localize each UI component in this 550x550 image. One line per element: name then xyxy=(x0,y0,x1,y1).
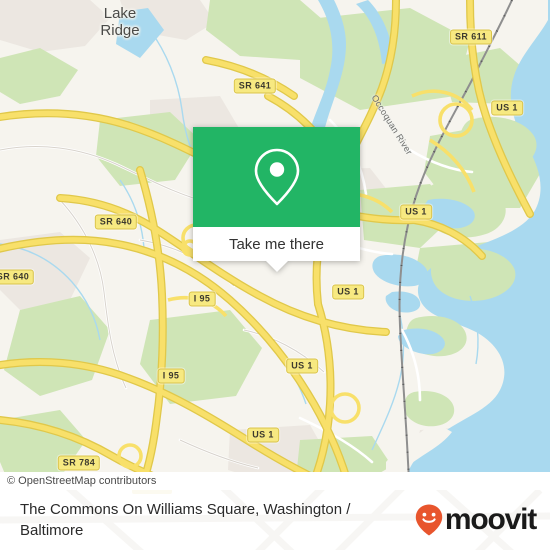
shield-us-1-mid[interactable]: US 1 xyxy=(332,284,364,300)
shield-sr-611[interactable]: SR 611 xyxy=(450,29,492,45)
location-pin-icon xyxy=(254,148,299,206)
shield-us-1-upper[interactable]: US 1 xyxy=(400,204,432,220)
shield-us-1-ne[interactable]: US 1 xyxy=(491,100,523,116)
shield-i-95-lower[interactable]: I 95 xyxy=(157,368,185,384)
shield-sr-640-mid[interactable]: SR 640 xyxy=(94,214,138,230)
shield-sr-784[interactable]: SR 784 xyxy=(57,455,101,471)
bottom-info-bar: The Commons On Williams Square, Washingt… xyxy=(0,490,550,550)
moovit-wordmark: moovit xyxy=(444,503,537,536)
shield-sr-640-left[interactable]: SR 640 xyxy=(0,269,35,285)
popup-pointer xyxy=(265,261,288,272)
shield-sr-641[interactable]: SR 641 xyxy=(233,78,277,94)
place-title: The Commons On Williams Square, Washingt… xyxy=(20,501,351,539)
map-popup[interactable]: Take me there xyxy=(193,127,360,272)
popup-action-bar[interactable]: Take me there xyxy=(193,227,360,261)
shield-i-95-upper[interactable]: I 95 xyxy=(188,291,216,307)
moovit-brand: moovit xyxy=(414,503,537,537)
map-attribution-text: © OpenStreetMap contributors xyxy=(7,475,157,487)
shield-us-1-bottom[interactable]: US 1 xyxy=(247,427,279,443)
bottom-bar-content: The Commons On Williams Square, Washingt… xyxy=(0,490,550,550)
moovit-smile-pin-icon xyxy=(415,504,443,536)
moovit-map-screen: Lake Ridge Occoquan River SR 641 SR 611 … xyxy=(0,0,550,550)
map-attribution-bar: © OpenStreetMap contributors xyxy=(0,472,550,490)
shield-us-1-lower[interactable]: US 1 xyxy=(286,358,318,374)
popup-action-label: Take me there xyxy=(228,235,325,253)
popup-image-area xyxy=(193,127,360,227)
map-canvas[interactable]: Lake Ridge Occoquan River SR 641 SR 611 … xyxy=(0,0,550,490)
